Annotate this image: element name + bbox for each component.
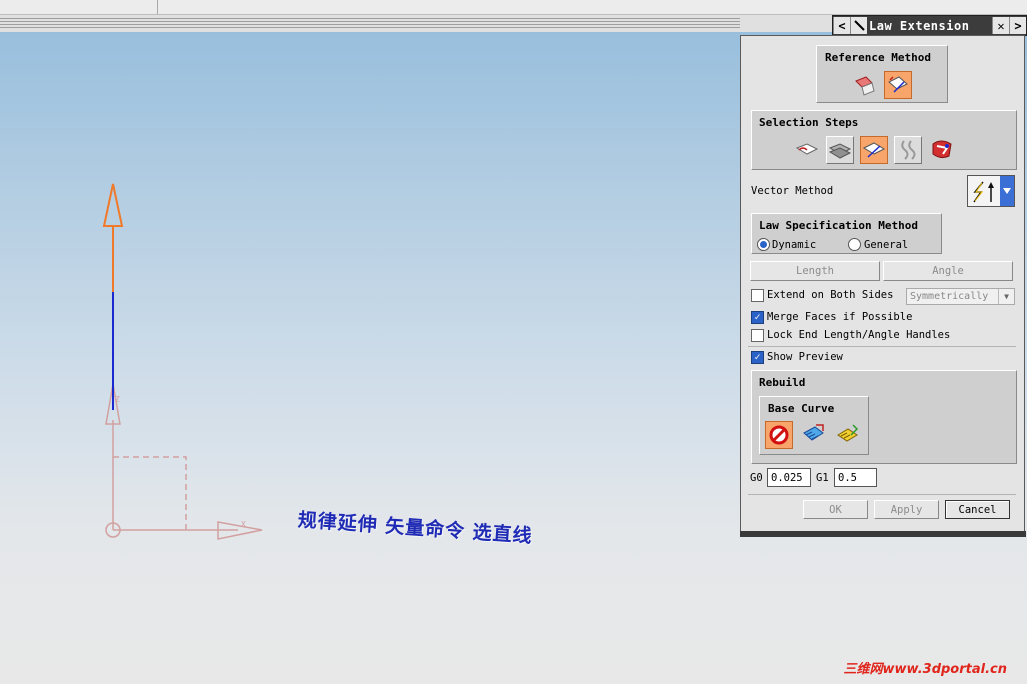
reference-vector-step-icon (862, 142, 886, 158)
rebuild-tolerance-button[interactable] (834, 421, 862, 449)
g1-input[interactable]: 0.5 (834, 468, 877, 487)
next-button[interactable]: > (1009, 17, 1026, 34)
g0-input[interactable]: 0.025 (767, 468, 811, 487)
face-step-icon (828, 143, 852, 159)
rebuild-title: Rebuild (759, 376, 806, 389)
step-angle-law-button[interactable] (928, 136, 956, 164)
rebuild-none-button[interactable] (765, 421, 793, 449)
ok-button[interactable]: OK (803, 500, 868, 519)
close-button[interactable]: ✕ (992, 17, 1009, 34)
general-label: General (864, 239, 909, 251)
rebuild-degree-button[interactable] (800, 421, 828, 449)
watermark: 三维网www.3dportal.cn (843, 662, 1007, 677)
dialog-title-bar[interactable]: < Law Extension ✕ > (832, 15, 1027, 36)
show-preview-label: Show Preview (767, 351, 843, 363)
step-base-curve-button[interactable] (793, 136, 821, 164)
cancel-button[interactable]: Cancel (945, 500, 1010, 519)
dynamic-label: Dynamic (772, 239, 817, 251)
chevron-down-icon: ▼ (998, 289, 1014, 304)
chevron-down-icon (1003, 188, 1011, 194)
selection-steps-title: Selection Steps (759, 116, 859, 129)
g0-label: G0 (750, 472, 763, 484)
reference-method-title: Reference Method (825, 51, 931, 64)
apply-button[interactable]: Apply (874, 500, 939, 519)
axis-x-label: X (241, 520, 246, 529)
vector-method-selector[interactable] (967, 175, 1015, 207)
dynamic-radio[interactable] (757, 238, 770, 251)
law-spec-title: Law Specification Method (759, 219, 918, 232)
graphics-canvas[interactable]: X Z (0, 0, 740, 684)
vector-reference-button[interactable] (884, 71, 912, 99)
show-preview-checkbox[interactable]: ✓ (751, 351, 764, 364)
lock-end-checkbox[interactable] (751, 329, 764, 342)
dialog-title: Law Extension (869, 18, 970, 33)
rebuild-tolerance-icon (837, 424, 859, 442)
length-button[interactable]: Length (750, 261, 880, 281)
vector-arrow[interactable] (102, 183, 124, 292)
symmetric-select[interactable]: Symmetrically ▼ (906, 288, 1015, 305)
symmetric-select-value: Symmetrically (910, 291, 989, 302)
step-face-button[interactable] (826, 136, 854, 164)
merge-faces-checkbox[interactable]: ✓ (751, 311, 764, 324)
g1-label: G1 (816, 472, 829, 484)
merge-faces-label: Merge Faces if Possible (767, 311, 913, 323)
face-reference-icon (855, 76, 875, 96)
axis-z-label: Z (115, 395, 120, 404)
extend-both-sides-label: Extend on Both Sides (767, 289, 894, 301)
pin-icon[interactable] (850, 17, 867, 34)
divider (748, 346, 1016, 347)
wcs-triad (105, 383, 263, 540)
footer-divider (748, 494, 1016, 495)
face-reference-button[interactable] (850, 72, 878, 100)
vector-method-icon (973, 181, 994, 203)
vector-method-label: Vector Method (751, 185, 834, 197)
vector-reference-icon (888, 76, 908, 93)
base-curve-step-icon (795, 143, 819, 155)
length-law-step-icon (901, 140, 916, 160)
extend-both-sides-checkbox[interactable] (751, 289, 764, 302)
general-radio[interactable] (848, 238, 861, 251)
rebuild-degree-icon (803, 424, 824, 441)
base-curve-title: Base Curve (768, 402, 835, 415)
no-rebuild-icon (769, 425, 789, 445)
vector-method-dropdown-arrow[interactable] (1000, 176, 1014, 206)
prev-button[interactable]: < (833, 17, 850, 34)
angle-law-step-icon (932, 140, 952, 159)
step-length-law-button[interactable] (894, 136, 922, 164)
lock-end-label: Lock End Length/Angle Handles (767, 329, 951, 341)
dialog-bottom-bar (740, 531, 1026, 537)
angle-button[interactable]: Angle (883, 261, 1013, 281)
step-reference-vector-button[interactable] (860, 136, 888, 164)
